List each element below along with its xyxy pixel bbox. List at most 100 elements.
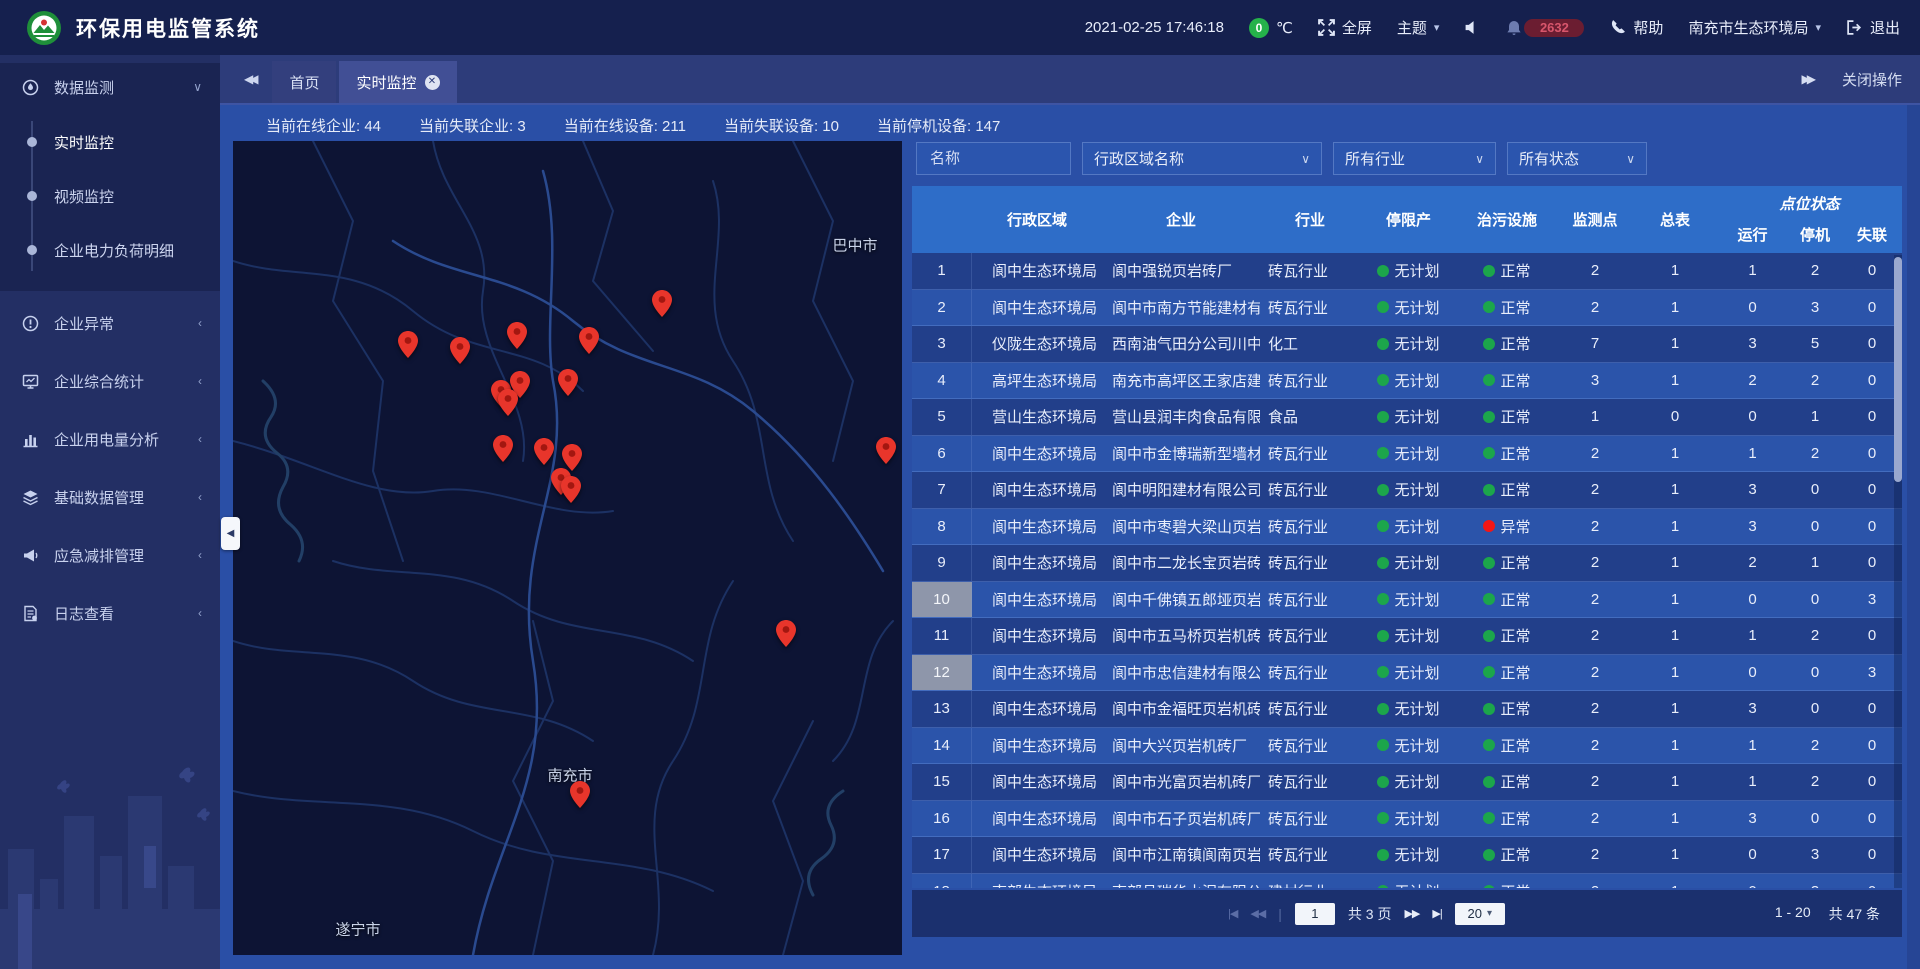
stat-item: 当前停机设备: 147 — [877, 115, 1000, 136]
page-number-input[interactable]: 1 — [1295, 903, 1335, 925]
name-search-input[interactable] — [916, 142, 1071, 175]
sidebar-collapse-toggle[interactable]: ◀ — [221, 517, 240, 550]
map-pin-icon[interactable] — [507, 322, 527, 349]
logout-button[interactable]: 退出 — [1846, 17, 1900, 38]
cell-pollution: 正常 — [1457, 290, 1557, 326]
last-page-button[interactable]: ▶| — [1432, 907, 1441, 920]
table-scrollbar[interactable] — [1894, 255, 1902, 888]
chevron-left-icon: ‹ — [198, 432, 202, 446]
region-select[interactable]: 行政区域名称 ∨ — [1082, 142, 1322, 175]
cell-production: 无计划 — [1360, 509, 1457, 545]
table-row[interactable]: 2阆中生态环境局阆中市南方节能建材有砖瓦行业无计划正常21030 — [912, 290, 1902, 327]
map-pin-icon[interactable] — [450, 337, 470, 364]
table-row[interactable]: 10阆中生态环境局阆中千佛镇五郎垭页岩砖瓦行业无计划正常21003 — [912, 582, 1902, 619]
status-dot — [1377, 447, 1389, 459]
org-menu[interactable]: 南充市生态环境局 ▾ — [1688, 17, 1821, 38]
notification-button[interactable]: 2632 — [1506, 19, 1584, 37]
tabs-scroll-left-icon[interactable]: ◀◀ — [244, 72, 254, 86]
status-dot — [1377, 885, 1389, 888]
cell-run: 0 — [1717, 290, 1788, 326]
row-index: 9 — [912, 545, 972, 581]
speaker-icon[interactable] — [1464, 19, 1481, 36]
table-row[interactable]: 6阆中生态环境局阆中市金博瑞新型墙材砖瓦行业无计划正常21120 — [912, 436, 1902, 473]
status-dot — [1377, 812, 1389, 824]
sidebar-item[interactable]: 日志查看‹ — [0, 587, 220, 639]
table-row[interactable]: 8阆中生态环境局阆中市枣碧大梁山页岩砖瓦行业无计划异常21300 — [912, 509, 1902, 546]
cell-run: 3 — [1717, 691, 1788, 727]
fullscreen-button[interactable]: 全屏 — [1318, 17, 1372, 38]
map-pin-icon[interactable] — [562, 444, 582, 471]
industry-select[interactable]: 所有行业 ∨ — [1333, 142, 1496, 175]
sidebar-item[interactable]: 基础数据管理‹ — [0, 471, 220, 523]
tab[interactable]: 首页 — [272, 61, 336, 103]
table-row[interactable]: 9阆中生态环境局阆中市二龙长宝页岩砖砖瓦行业无计划正常21210 — [912, 545, 1902, 582]
temperature-unit: ℃ — [1276, 19, 1293, 37]
map-pin-icon[interactable] — [398, 331, 418, 358]
page-size-select[interactable]: 20 ▾ — [1455, 903, 1505, 925]
cell-company: 阆中市金福旺页岩机砖 — [1102, 691, 1260, 727]
table-row[interactable]: 17阆中生态环境局阆中市江南镇阆南页岩砖瓦行业无计划正常21030 — [912, 837, 1902, 874]
prev-page-button[interactable]: ◀◀ — [1250, 907, 1265, 920]
status-dot — [1483, 447, 1495, 459]
cell-stop: 2 — [1788, 436, 1842, 472]
cell-points: 1 — [1557, 399, 1633, 435]
table-row[interactable]: 13阆中生态环境局阆中市金福旺页岩机砖砖瓦行业无计划正常21300 — [912, 691, 1902, 728]
sidebar-subitem[interactable]: 视频监控 — [0, 169, 220, 223]
map-pin-icon[interactable] — [876, 437, 896, 464]
table-scrollbar-thumb[interactable] — [1894, 257, 1902, 482]
map-pin-icon[interactable] — [579, 327, 599, 354]
table-row[interactable]: 1阆中生态环境局阆中强锐页岩砖厂砖瓦行业无计划正常21120 — [912, 253, 1902, 290]
close-operations-button[interactable]: 关闭操作 — [1842, 69, 1902, 90]
close-icon[interactable]: ✕ — [425, 75, 440, 90]
sidebar-subitem[interactable]: 企业电力负荷明细 — [0, 223, 220, 277]
table-row[interactable]: 16阆中生态环境局阆中市石子页岩机砖厂砖瓦行业无计划正常21300 — [912, 801, 1902, 838]
cell-meter: 1 — [1633, 363, 1717, 399]
map-pin-icon[interactable] — [570, 781, 590, 808]
cell-company: 阆中强锐页岩砖厂 — [1102, 253, 1260, 289]
sidebar-subitem[interactable]: 实时监控 — [0, 115, 220, 169]
theme-menu[interactable]: 主题 ▾ — [1397, 17, 1440, 38]
help-button[interactable]: 帮助 — [1609, 17, 1663, 38]
table-row[interactable]: 15阆中生态环境局阆中市光富页岩机砖厂砖瓦行业无计划正常21120 — [912, 764, 1902, 801]
status-dot — [1483, 484, 1495, 496]
map-pin-icon[interactable] — [534, 438, 554, 465]
map-pin-icon[interactable] — [776, 620, 796, 647]
table-row[interactable]: 5营山生态环境局营山县润丰肉食品有限食品无计划正常10010 — [912, 399, 1902, 436]
row-index: 7 — [912, 472, 972, 508]
sidebar-item[interactable]: 数据监测∨ — [0, 63, 220, 111]
table-row[interactable]: 12阆中生态环境局阆中市忠信建材有限公砖瓦行业无计划正常21003 — [912, 655, 1902, 692]
status-select[interactable]: 所有状态 ∨ — [1507, 142, 1647, 175]
map-pin-icon[interactable] — [558, 369, 578, 396]
map-pin-icon[interactable] — [498, 389, 518, 416]
table-row[interactable]: 18南部生态环境局南部县瑞华水泥有限公建材行业无计划正常21030 — [912, 874, 1902, 889]
map-pin-icon[interactable] — [652, 290, 672, 317]
table-row[interactable]: 4高坪生态环境局南充市高坪区王家店建砖瓦行业无计划正常31220 — [912, 363, 1902, 400]
name-search-field[interactable] — [928, 149, 1059, 168]
next-page-button[interactable]: ▶▶ — [1404, 907, 1419, 920]
cell-company: 阆中明阳建材有限公司 — [1102, 472, 1260, 508]
map-pin-icon[interactable] — [493, 435, 513, 462]
sidebar-item[interactable]: 企业异常‹ — [0, 297, 220, 349]
cell-points: 2 — [1557, 509, 1633, 545]
sidebar-item[interactable]: 企业综合统计‹ — [0, 355, 220, 407]
page-scrollbar-track[interactable] — [1907, 105, 1920, 969]
table-row[interactable]: 7阆中生态环境局阆中明阳建材有限公司砖瓦行业无计划正常21300 — [912, 472, 1902, 509]
stats-bar: 当前在线企业: 44当前失联企业: 3当前在线设备: 211当前失联设备: 10… — [266, 115, 1000, 136]
sidebar-item[interactable]: 企业用电量分析‹ — [0, 413, 220, 465]
table-row[interactable]: 14阆中生态环境局阆中大兴页岩机砖厂砖瓦行业无计划正常21120 — [912, 728, 1902, 765]
tabs-scroll-right-icon[interactable]: ▶▶ — [1802, 72, 1812, 86]
table-row[interactable]: 11阆中生态环境局阆中市五马桥页岩机砖砖瓦行业无计划正常21120 — [912, 618, 1902, 655]
first-page-button[interactable]: |◀ — [1228, 907, 1237, 920]
cell-industry: 砖瓦行业 — [1260, 618, 1360, 654]
map-pin-icon[interactable] — [561, 476, 581, 503]
cell-meter: 1 — [1633, 472, 1717, 508]
table-row[interactable]: 3仪陇生态环境局西南油气田分公司川中化工无计划正常71350 — [912, 326, 1902, 363]
sidebar-item[interactable]: 应急减排管理‹ — [0, 529, 220, 581]
enterprise-table: 行政区域 企业 行业 停限产 治污设施 监测点 总表 点位状态 运行 停机 失联… — [912, 186, 1902, 888]
gis-map[interactable]: 巴中市南充市遂宁市 — [233, 141, 902, 955]
status-dot — [1483, 593, 1495, 605]
cell-pollution: 正常 — [1457, 326, 1557, 362]
tab[interactable]: 实时监控✕ — [339, 61, 456, 103]
stats-screen-icon — [22, 373, 39, 390]
cell-pollution: 正常 — [1457, 874, 1557, 889]
